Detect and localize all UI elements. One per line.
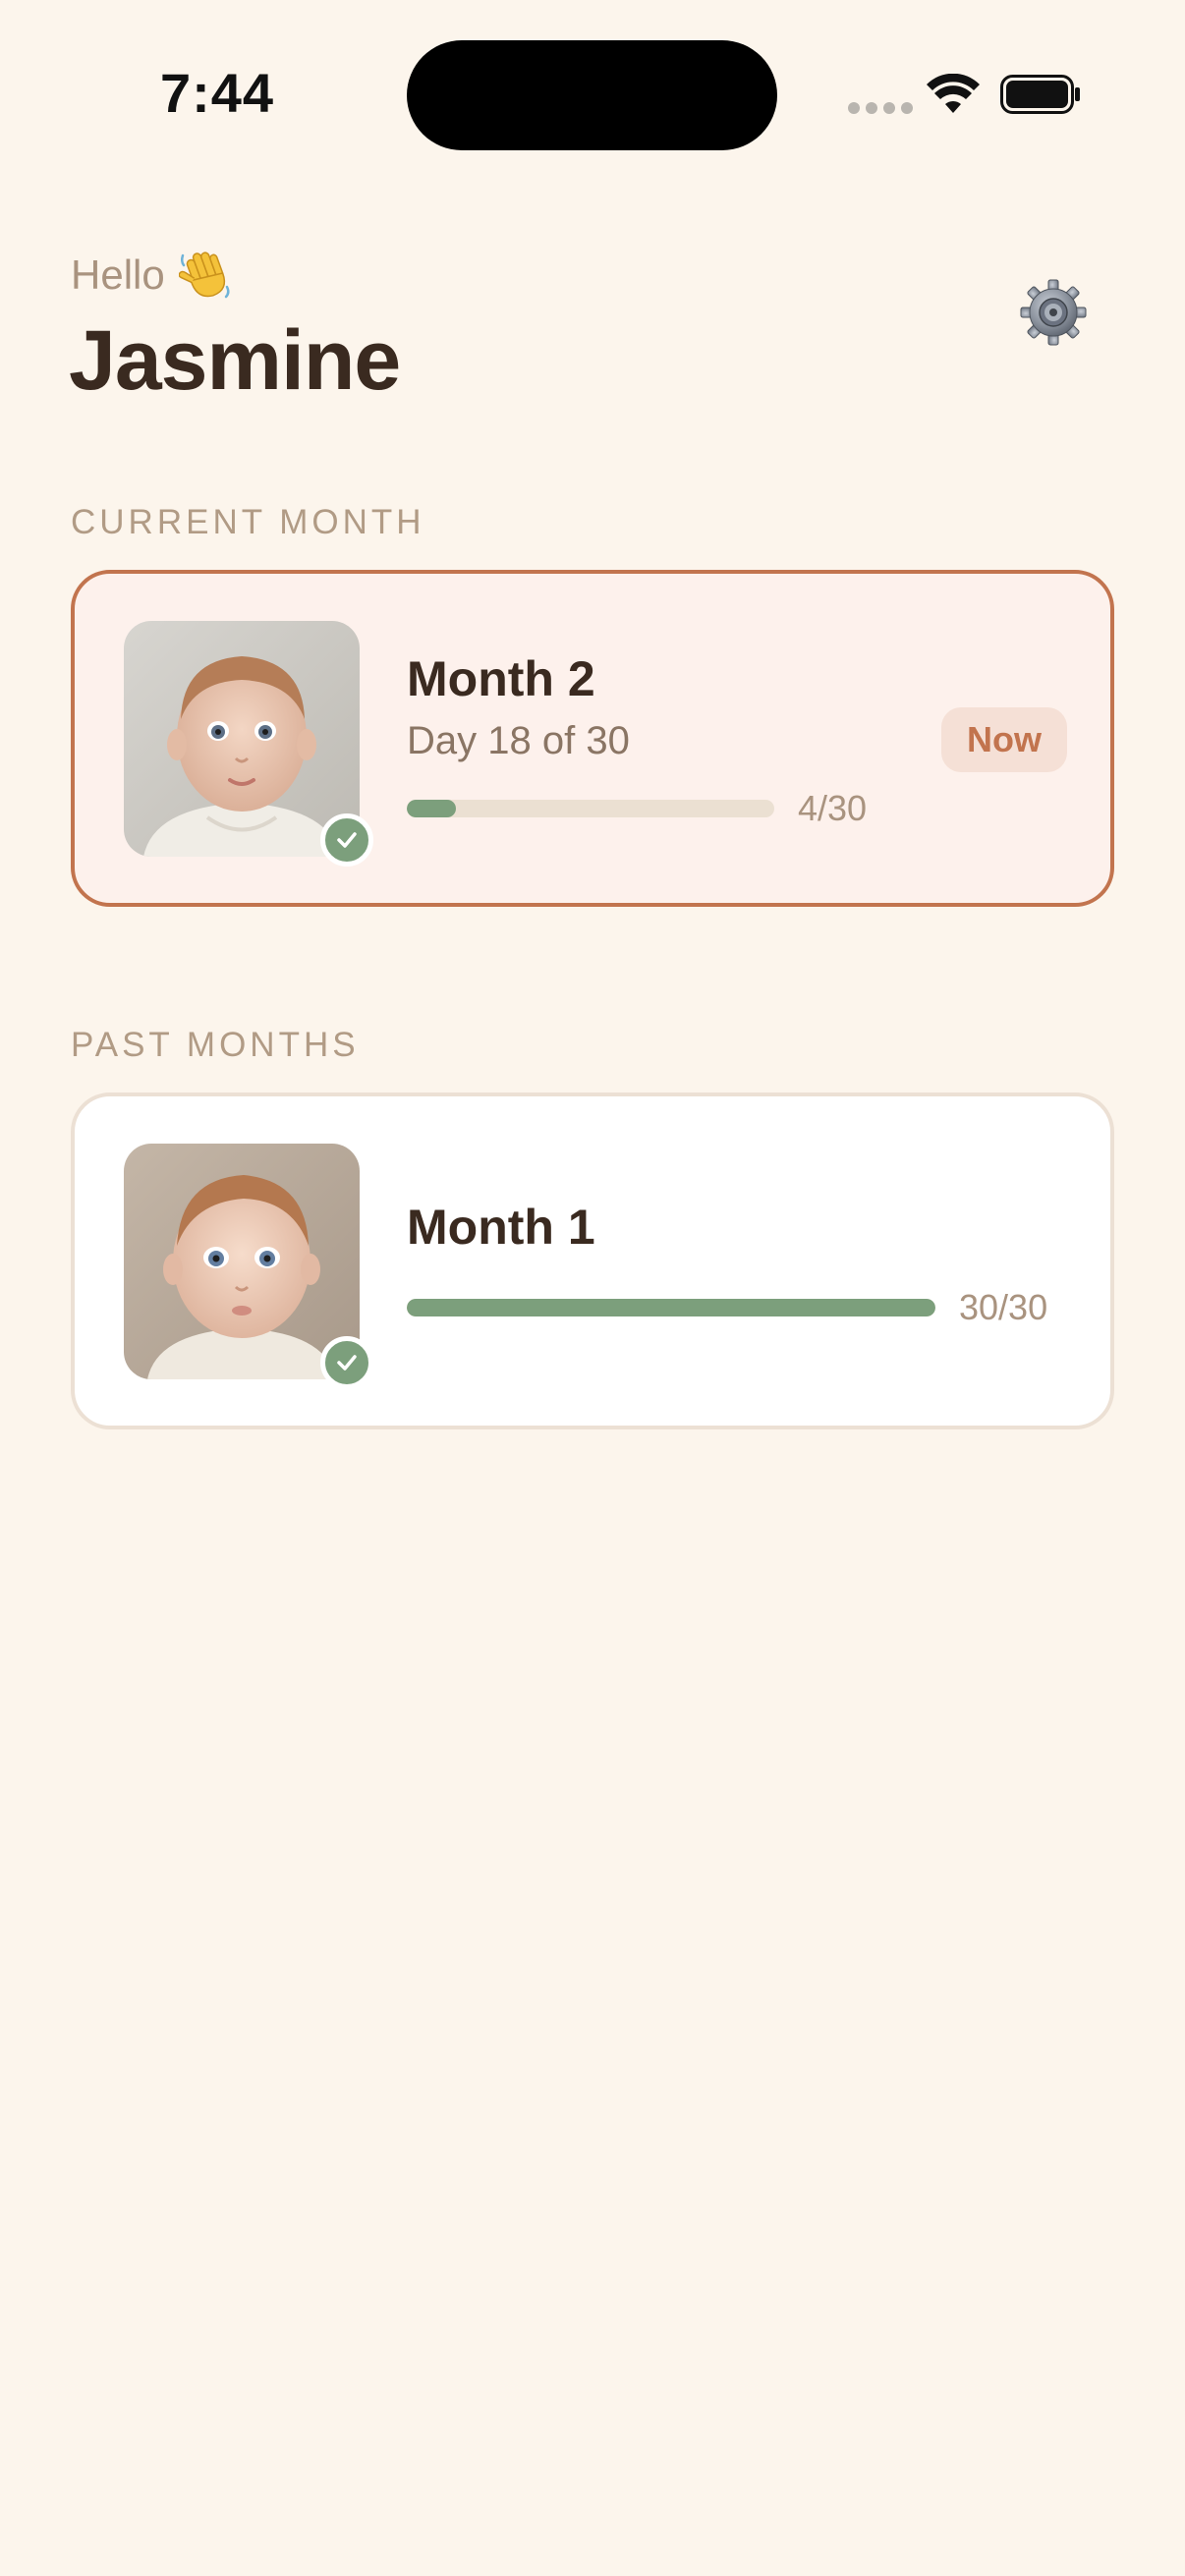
checkmark-icon — [337, 832, 357, 848]
status-time: 7:44 — [159, 62, 275, 124]
status-bar: 7:44 — [0, 0, 1185, 196]
greeting: Hello — [71, 248, 234, 303]
cellular-signal-icon — [848, 102, 913, 114]
progress-count: 30/30 — [959, 1287, 1048, 1327]
gear-icon[interactable] — [1020, 279, 1087, 346]
section-label-current-month: CURRENT MONTH — [71, 503, 425, 541]
completed-check-badge — [320, 1336, 373, 1389]
completed-check-badge — [320, 813, 373, 867]
progress-bar — [407, 1299, 935, 1316]
month-photo-wrapper — [124, 1144, 373, 1389]
waving-hand-icon — [178, 252, 230, 299]
past-month-card[interactable]: Month 1 30/30 — [71, 1092, 1114, 1429]
user-name: Jasmine — [69, 313, 401, 408]
progress-bar-fill — [407, 1299, 935, 1316]
month-title: Month 1 — [407, 1200, 595, 1255]
section-label-past-months: PAST MONTHS — [71, 1026, 360, 1064]
month-title: Month 2 — [407, 651, 595, 706]
month-photo-wrapper — [124, 621, 373, 867]
dynamic-island — [407, 40, 777, 150]
current-month-card[interactable]: Month 2 Day 18 of 30 4/30 Now — [71, 570, 1114, 907]
day-progress-text: Day 18 of 30 — [407, 719, 630, 762]
progress-bar — [407, 800, 774, 817]
checkmark-icon — [337, 1355, 357, 1371]
progress-count: 4/30 — [798, 788, 868, 828]
wifi-icon — [927, 74, 980, 113]
greeting-text: Hello — [71, 252, 165, 298]
baby-photo — [124, 621, 360, 857]
now-badge: Now — [941, 707, 1067, 772]
battery-icon — [1000, 75, 1080, 114]
progress-bar-fill — [407, 800, 456, 817]
baby-photo — [124, 1144, 360, 1379]
